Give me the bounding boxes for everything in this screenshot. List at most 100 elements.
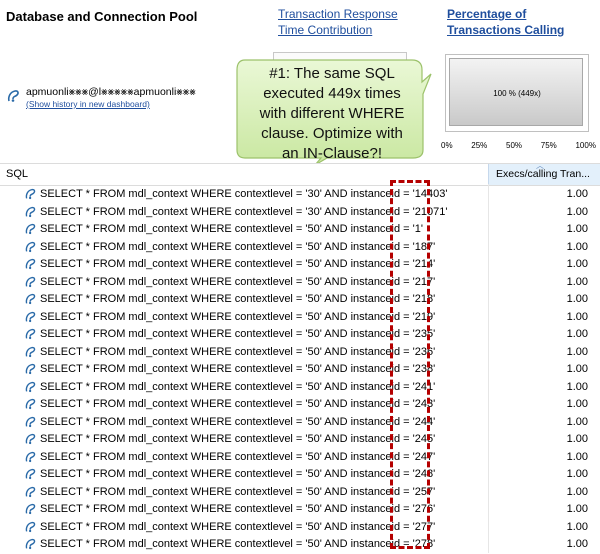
table-row[interactable]: SELECT * FROM mdl_context WHERE contextl… <box>0 361 600 379</box>
connection-row: apmuonli⨳⨳⨳@l⨳⨳⨳⨳⨳apmuonli⨳⨳⨳ (Show hist… <box>6 86 196 109</box>
percentage-axis: 0% 25% 50% 75% 100% <box>441 141 596 150</box>
instanceid-highlight-box <box>390 180 430 549</box>
database-icon <box>25 223 36 235</box>
tab-percentage-calling[interactable]: Percentage of Transactions Calling <box>447 6 564 38</box>
sql-statement: SELECT * FROM mdl_context WHERE contextl… <box>40 275 436 288</box>
table-row[interactable]: SELECT * FROM mdl_context WHERE contextl… <box>0 449 600 467</box>
table-row[interactable]: SELECT * FROM mdl_context WHERE contextl… <box>0 291 600 309</box>
sql-statement: SELECT * FROM mdl_context WHERE contextl… <box>40 205 448 218</box>
table-row[interactable]: SELECT * FROM mdl_context WHERE contextl… <box>0 256 600 274</box>
execs-value: 1.00 <box>566 223 588 235</box>
database-icon <box>25 276 36 287</box>
table-row[interactable]: SELECT * FROM mdl_context WHERE contextl… <box>0 519 600 537</box>
execs-value: 1.00 <box>566 538 588 550</box>
show-history-link[interactable]: (Show history in new dashboard) <box>26 99 196 109</box>
tab-response-time-contribution[interactable]: Transaction Response Time Contribution <box>278 6 398 38</box>
table-row[interactable]: SELECT * FROM mdl_context WHERE contextl… <box>0 431 600 449</box>
table-row[interactable]: SELECT * FROM mdl_context WHERE contextl… <box>0 379 600 397</box>
axis-tick-label: 25% <box>471 141 488 150</box>
sql-statement: SELECT * FROM mdl_context WHERE contextl… <box>40 223 423 235</box>
sql-statement: SELECT * FROM mdl_context WHERE contextl… <box>40 538 436 550</box>
table-row[interactable]: SELECT * FROM mdl_context WHERE contextl… <box>0 326 600 344</box>
tab-response-label-line1: Transaction Response <box>278 7 398 21</box>
execs-value: 1.00 <box>566 485 588 498</box>
execs-value: 1.00 <box>566 363 588 375</box>
database-icon <box>25 363 36 375</box>
execs-value: 1.00 <box>566 380 588 393</box>
sql-statement: SELECT * FROM mdl_context WHERE contextl… <box>40 468 436 480</box>
execs-value: 1.00 <box>566 293 588 305</box>
execs-value: 1.00 <box>566 398 588 410</box>
table-row[interactable]: SELECT * FROM mdl_context WHERE contextl… <box>0 501 600 519</box>
table-row[interactable]: SELECT * FROM mdl_context WHERE contextl… <box>0 484 600 502</box>
database-icon <box>7 90 19 102</box>
database-icon <box>25 538 36 550</box>
axis-tick-label: 50% <box>506 141 523 150</box>
axis-tick-label: 0% <box>441 141 453 150</box>
sql-statement: SELECT * FROM mdl_context WHERE contextl… <box>40 345 436 358</box>
table-header: SQL Execs/calling Tran... <box>0 163 600 186</box>
sql-statement: SELECT * FROM mdl_context WHERE contextl… <box>40 328 436 340</box>
table-row[interactable]: SELECT * FROM mdl_context WHERE contextl… <box>0 221 600 239</box>
sql-statement: SELECT * FROM mdl_context WHERE contextl… <box>40 503 436 515</box>
execs-value: 1.00 <box>566 468 588 480</box>
axis-tick-label: 100% <box>575 141 596 150</box>
database-icon <box>25 503 36 515</box>
sql-statement: SELECT * FROM mdl_context WHERE contextl… <box>40 293 436 305</box>
column-header-sql[interactable]: SQL <box>6 168 28 180</box>
database-icon <box>25 293 36 305</box>
sql-statement: SELECT * FROM mdl_context WHERE contextl… <box>40 380 436 393</box>
percentage-bar-label: 100 % (449x) <box>493 89 541 98</box>
table-row[interactable]: SELECT * FROM mdl_context WHERE contextl… <box>0 536 600 554</box>
sql-statement: SELECT * FROM mdl_context WHERE contextl… <box>40 485 436 498</box>
column-header-execs[interactable]: Execs/calling Tran... <box>488 164 600 185</box>
database-icon <box>25 433 36 445</box>
database-icon <box>25 206 36 217</box>
table-row[interactable]: SELECT * FROM mdl_context WHERE contextl… <box>0 239 600 257</box>
database-icon <box>25 258 36 270</box>
table-row[interactable]: SELECT * FROM mdl_context WHERE contextl… <box>0 414 600 432</box>
sql-table-body: SELECT * FROM mdl_context WHERE contextl… <box>0 186 600 554</box>
execs-value: 1.00 <box>566 503 588 515</box>
execs-value: 1.00 <box>566 345 588 358</box>
database-icon <box>25 521 36 532</box>
sql-statement: SELECT * FROM mdl_context WHERE contextl… <box>40 520 436 533</box>
sql-statement: SELECT * FROM mdl_context WHERE contextl… <box>40 398 436 410</box>
callout-line: with different WHERE <box>259 105 405 122</box>
execs-value: 1.00 <box>566 205 588 218</box>
sql-statement: SELECT * FROM mdl_context WHERE contextl… <box>40 258 436 270</box>
sql-statement: SELECT * FROM mdl_context WHERE contextl… <box>40 240 436 253</box>
page-title: Database and Connection Pool <box>6 9 198 24</box>
callout-line: executed 449x times <box>263 85 401 102</box>
execs-value: 1.00 <box>566 328 588 340</box>
sort-desc-icon: ︿ <box>536 161 544 170</box>
database-icon <box>25 468 36 480</box>
table-row[interactable]: SELECT * FROM mdl_context WHERE contextl… <box>0 466 600 484</box>
table-row[interactable]: SELECT * FROM mdl_context WHERE contextl… <box>0 204 600 222</box>
execs-value: 1.00 <box>566 415 588 428</box>
table-row[interactable]: SELECT * FROM mdl_context WHERE contextl… <box>0 344 600 362</box>
callout-line: #1: The same SQL <box>269 65 395 82</box>
tab-pct-label-line2: Transactions Calling <box>447 23 565 37</box>
database-icon <box>25 486 36 497</box>
execs-value: 1.00 <box>566 188 588 200</box>
database-icon <box>25 381 36 392</box>
database-icon <box>25 451 36 462</box>
execs-value: 1.00 <box>566 433 588 445</box>
execs-value: 1.00 <box>566 450 588 463</box>
execs-value: 1.00 <box>566 258 588 270</box>
execs-value: 1.00 <box>566 310 588 323</box>
table-row[interactable]: SELECT * FROM mdl_context WHERE contextl… <box>0 186 600 204</box>
axis-tick-label: 75% <box>540 141 557 150</box>
execs-value: 1.00 <box>566 520 588 533</box>
tab-response-label-line2: Time Contribution <box>278 23 373 37</box>
connection-name: apmuonli⨳⨳⨳@l⨳⨳⨳⨳⨳apmuonli⨳⨳⨳ <box>26 86 196 98</box>
database-icon <box>25 416 36 427</box>
sql-statement: SELECT * FROM mdl_context WHERE contextl… <box>40 310 436 323</box>
database-icon <box>25 241 36 252</box>
table-row[interactable]: SELECT * FROM mdl_context WHERE contextl… <box>0 396 600 414</box>
execs-value: 1.00 <box>566 240 588 253</box>
sql-statement: SELECT * FROM mdl_context WHERE contextl… <box>40 363 436 375</box>
table-row[interactable]: SELECT * FROM mdl_context WHERE contextl… <box>0 274 600 292</box>
table-row[interactable]: SELECT * FROM mdl_context WHERE contextl… <box>0 309 600 327</box>
